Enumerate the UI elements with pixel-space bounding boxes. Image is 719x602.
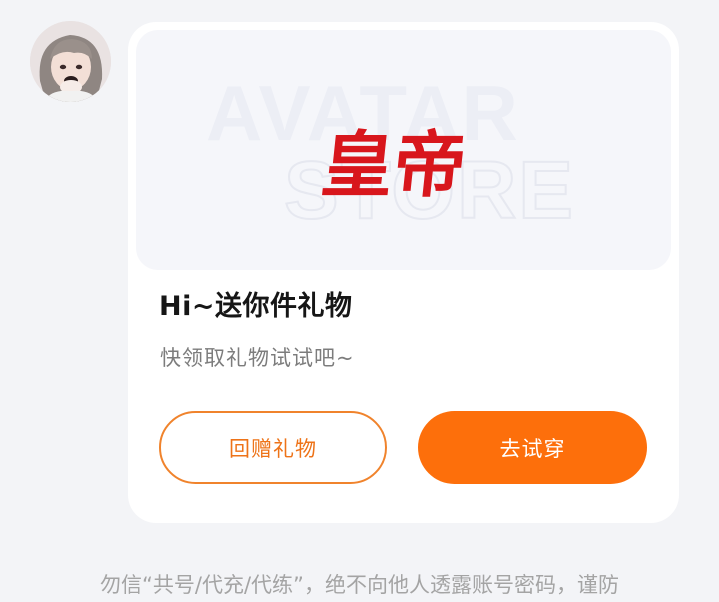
gift-subtitle: 快领取礼物试试吧~ [160,346,355,370]
gift-banner[interactable]: AVATAR STORE 皇帝 [136,30,671,270]
gift-card: AVATAR STORE 皇帝 Hi~送你件礼物 快领取礼物试试吧~ 回赠礼物 … [128,22,679,523]
security-warning: 勿信“共号/代充/代练”，绝不向他人透露账号密码，谨防 [100,573,619,597]
sender-avatar[interactable] [30,21,111,102]
gift-title: Hi~送你件礼物 [159,291,353,322]
try-on-button[interactable]: 去试穿 [418,411,647,484]
gift-name-art: 皇帝 [317,123,470,208]
return-gift-button[interactable]: 回赠礼物 [159,411,387,484]
avatar-image [30,21,111,102]
gift-preview-image: AVATAR STORE 皇帝 [206,69,574,237]
